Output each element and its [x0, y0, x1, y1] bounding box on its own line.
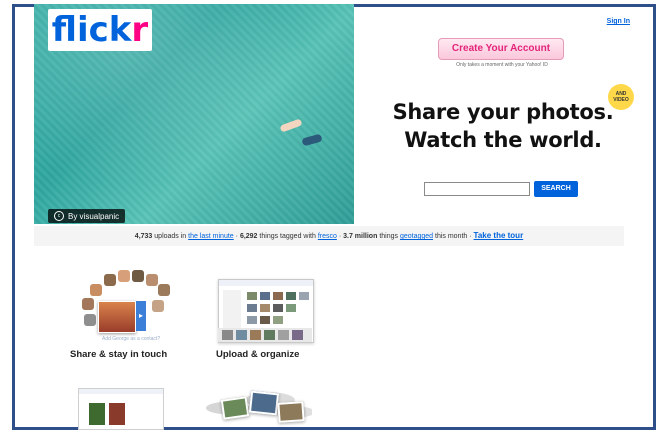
photo-card: [248, 390, 280, 416]
thumb: [273, 316, 283, 324]
sign-in-link[interactable]: Sign In: [607, 18, 630, 25]
add-contact-hint: Add George as a contact?: [102, 336, 161, 342]
swimmer-2: [301, 133, 323, 147]
tagged-text: things tagged with: [259, 233, 316, 240]
feature-edit-image[interactable]: [78, 388, 164, 430]
photo-card: [220, 396, 250, 420]
create-account-subtext: Only takes a moment with your Yahoo! ID: [456, 62, 548, 68]
separator-3: ·: [469, 233, 472, 240]
photo-thumb: [109, 403, 125, 425]
stats-bar: 4,733 uploads in the last minute · 6,292…: [34, 226, 624, 246]
contact-avatar: [146, 274, 158, 286]
thumb: [247, 316, 257, 324]
creative-commons-icon: c: [54, 211, 64, 221]
photo-credit[interactable]: c By visualpanic: [48, 209, 126, 223]
separator-2: ·: [338, 233, 342, 240]
strip-thumb: [236, 330, 247, 340]
thumb: [247, 304, 257, 312]
contact-avatar: [84, 314, 96, 326]
page: flick r c By visualpanic Sign In Create Y…: [12, 4, 656, 430]
geotagged-suffix: this month: [435, 233, 468, 240]
thumb: [260, 304, 270, 312]
strip-thumb: [292, 330, 303, 340]
strip-thumb: [222, 330, 233, 340]
uploads-text: uploads in: [154, 233, 187, 240]
add-contact-arrow-icon: ▸: [136, 301, 146, 331]
photo-thumb: [89, 403, 105, 425]
take-the-tour-link[interactable]: Take the tour: [474, 231, 524, 240]
feature-upload-label[interactable]: Upload & organize: [216, 349, 299, 360]
contact-photo: [98, 301, 136, 333]
thumb: [286, 292, 296, 300]
screen-toolbar: [219, 280, 313, 286]
uploads-count: 4,733: [134, 233, 153, 240]
thumb: [286, 304, 296, 312]
flickr-logo[interactable]: flick r: [48, 9, 152, 51]
thumb: [260, 292, 270, 300]
headline-line-1: Share your photos.: [392, 100, 614, 124]
feature-share-label[interactable]: Share & stay in touch: [70, 349, 167, 360]
thumb: [299, 292, 309, 300]
upload-filmstrip: [218, 328, 312, 342]
last-minute-link[interactable]: the last minute: [188, 233, 234, 240]
contact-avatar: [104, 274, 116, 286]
headline: Share your photos. Watch the world.: [388, 98, 618, 154]
headline-line-2: Watch the world.: [404, 128, 602, 152]
geotagged-text: things: [379, 233, 398, 240]
thumb: [260, 316, 270, 324]
geotagged-count: 3.7 million: [343, 233, 378, 240]
create-account-button[interactable]: Create Your Account: [438, 38, 564, 60]
strip-thumb: [250, 330, 261, 340]
thumb: [247, 292, 257, 300]
screen-toolbar: [79, 389, 163, 394]
photo-credit-text: By visualpanic: [68, 211, 120, 221]
photo-card: [277, 401, 305, 423]
strip-thumb: [264, 330, 275, 340]
contact-avatar: [152, 300, 164, 312]
thumb: [273, 304, 283, 312]
feature-explore-map[interactable]: [192, 384, 312, 424]
contact-avatar: [90, 284, 102, 296]
contact-avatar: [132, 270, 144, 282]
swimmer-1: [279, 118, 303, 133]
geotagged-link[interactable]: geotagged: [400, 233, 433, 240]
logo-part-r: r: [131, 10, 149, 50]
thumb: [273, 292, 283, 300]
search-button[interactable]: SEARCH: [534, 181, 578, 197]
contact-avatar: [82, 298, 94, 310]
search-input[interactable]: [424, 182, 530, 196]
contact-avatar: [118, 270, 130, 282]
contact-avatar: [158, 284, 170, 296]
tagged-count: 6,292: [239, 233, 258, 240]
fresco-tag-link[interactable]: fresco: [318, 233, 337, 240]
separator-1: ·: [235, 233, 238, 240]
strip-thumb: [278, 330, 289, 340]
screen-sidebar: [223, 290, 241, 330]
logo-part-flick: flick: [51, 10, 132, 50]
